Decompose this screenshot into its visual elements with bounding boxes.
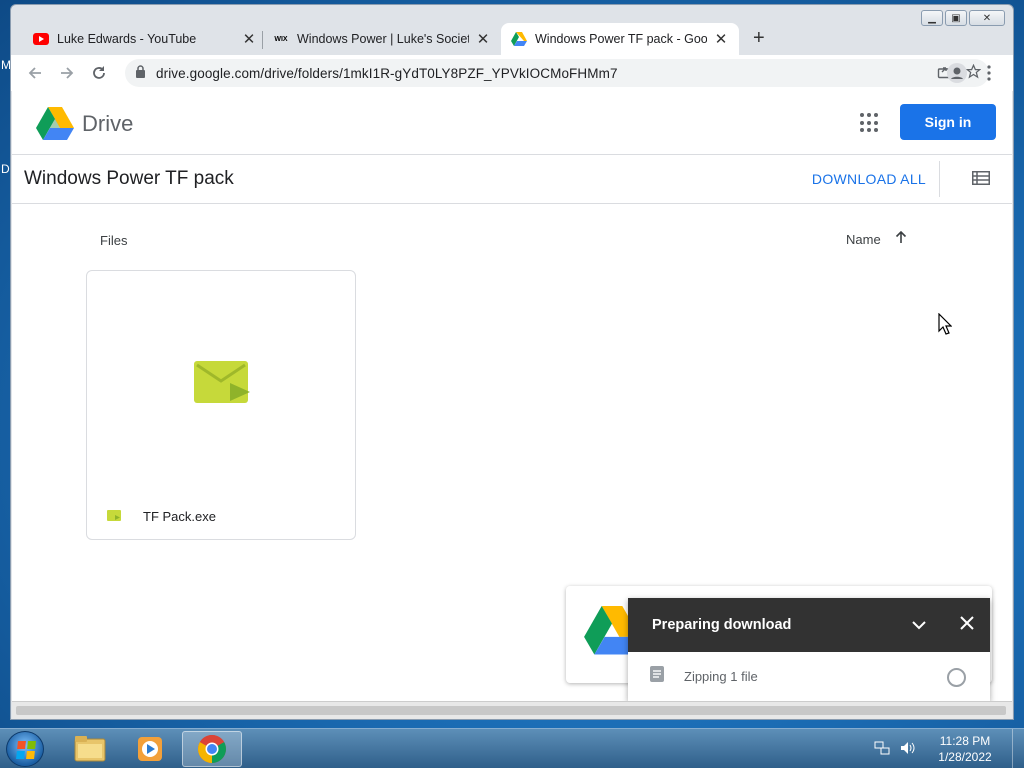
scrollbar-thumb[interactable] [16, 706, 1006, 715]
sort-label: Name [846, 231, 881, 247]
download-panel-title: Preparing download [652, 617, 792, 633]
tab-youtube[interactable]: Luke Edwards - YouTube ✕ [23, 23, 267, 55]
clock-date: 1/28/2022 [938, 750, 992, 764]
close-icon[interactable] [960, 616, 974, 635]
tab-wix[interactable]: WIX Windows Power | Luke's Society ✕ [263, 23, 501, 55]
windows-explorer-icon[interactable] [60, 731, 120, 767]
list-view-icon[interactable] [972, 171, 990, 185]
reload-icon[interactable] [85, 59, 113, 87]
mouse-cursor-icon [938, 313, 952, 335]
file-name: TF Pack.exe [143, 509, 216, 524]
chrome-icon[interactable] [182, 731, 242, 767]
download-panel-header: Preparing download [628, 598, 990, 652]
clock-time: 11:28 PM [939, 734, 991, 748]
progress-spinner-icon [947, 668, 966, 687]
zip-file-icon [650, 666, 664, 687]
clock[interactable]: 11:28 PM 1/28/2022 [930, 733, 1000, 765]
close-tab-icon[interactable]: ✕ [475, 30, 491, 48]
download-panel: Preparing download Zipping 1 file [628, 598, 990, 701]
kebab-menu-icon[interactable] [975, 59, 1003, 87]
drive-page: Drive Sign in Windows Power TF pack DOWN… [12, 91, 1012, 701]
browser-toolbar: drive.google.com/drive/folders/1mkI1R-gY… [11, 55, 1013, 91]
sort-by-name-button[interactable]: Name [846, 230, 907, 247]
folder-title: Windows Power TF pack [24, 168, 234, 189]
download-all-button[interactable]: DOWNLOAD ALL [812, 171, 926, 187]
tab-label: Windows Power | Luke's Society [297, 32, 469, 46]
drive-logo[interactable]: Drive [36, 107, 133, 141]
url-text: drive.google.com/drive/folders/1mkI1R-gY… [156, 65, 618, 81]
download-status-text: Zipping 1 file [684, 669, 758, 684]
tab-google-drive[interactable]: Windows Power TF pack - Google Drive ✕ [501, 23, 739, 55]
download-item: Zipping 1 file [628, 652, 990, 701]
sign-in-button[interactable]: Sign in [900, 104, 996, 140]
youtube-icon [33, 31, 49, 47]
show-desktop-button[interactable] [1012, 729, 1024, 768]
files-section-label: Files [100, 233, 128, 248]
windows-logo-icon [16, 741, 36, 759]
forward-arrow-icon[interactable] [53, 59, 81, 87]
wix-icon-text: WIX [274, 35, 288, 43]
file-card[interactable]: TF Pack.exe [86, 270, 356, 540]
media-player-icon[interactable] [120, 731, 180, 767]
tab-strip: Luke Edwards - YouTube ✕ WIX Windows Pow… [11, 19, 1013, 55]
sort-ascending-arrow-icon[interactable] [895, 230, 907, 247]
tab-label: Luke Edwards - YouTube [57, 32, 197, 46]
close-tab-icon[interactable]: ✕ [713, 30, 729, 48]
back-arrow-icon[interactable] [21, 59, 49, 87]
network-icon[interactable] [874, 740, 890, 759]
drive-header: Drive Sign in [12, 91, 1012, 155]
exe-file-icon [107, 509, 121, 524]
start-button[interactable] [6, 731, 44, 767]
lock-icon[interactable] [135, 65, 146, 81]
google-drive-icon [36, 107, 74, 140]
drive-brand-text: Drive [82, 111, 134, 136]
horizontal-scrollbar[interactable] [12, 701, 1012, 719]
google-drive-icon [511, 31, 527, 47]
exe-file-icon [194, 361, 252, 412]
divider [939, 161, 940, 197]
folder-bar: Windows Power TF pack DOWNLOAD ALL [12, 155, 1012, 204]
volume-icon[interactable] [900, 740, 916, 759]
tab-label: Windows Power TF pack - Google Drive [535, 32, 707, 46]
system-tray: 11:28 PM 1/28/2022 [874, 729, 1024, 768]
taskbar: 11:28 PM 1/28/2022 [0, 728, 1024, 768]
close-tab-icon[interactable]: ✕ [241, 30, 257, 48]
profile-avatar-icon[interactable] [943, 59, 971, 87]
new-tab-icon[interactable]: + [753, 27, 765, 50]
wix-icon: WIX [273, 31, 289, 47]
collapse-chevron-icon[interactable] [912, 617, 926, 635]
file-name-row: TF Pack.exe [107, 509, 216, 524]
address-bar[interactable]: drive.google.com/drive/folders/1mkI1R-gY… [125, 59, 989, 87]
desktop-icon-label: D [1, 162, 10, 176]
apps-grid-icon[interactable] [860, 113, 880, 133]
chrome-window: ▁ ▣ ✕ Luke Edwards - YouTube ✕ WIX Windo… [10, 4, 1014, 720]
